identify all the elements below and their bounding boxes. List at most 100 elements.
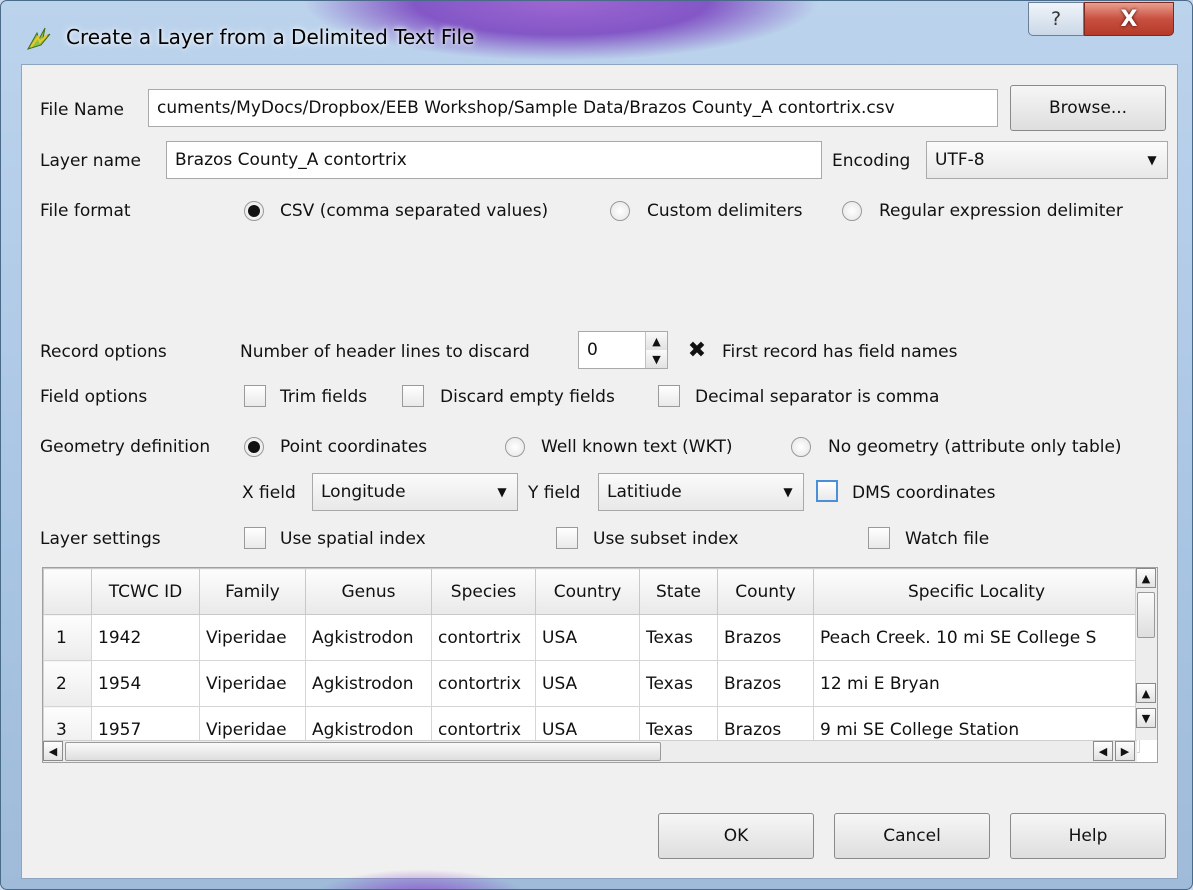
table-header-row: TCWC ID Family Genus Species Country Sta… <box>43 568 1140 615</box>
help-icon[interactable]: ? <box>1028 2 1084 36</box>
discard-empty-checkbox[interactable] <box>402 385 424 407</box>
column-header[interactable]: County <box>717 568 814 615</box>
column-header[interactable]: Family <box>199 568 306 615</box>
table-cell[interactable]: Viperidae <box>199 660 306 707</box>
table-cell[interactable]: 1942 <box>91 614 200 661</box>
radio-point-coordinates[interactable] <box>244 437 264 457</box>
table-cell[interactable]: contortrix <box>431 660 536 707</box>
vertical-scrollbar[interactable]: ▲ ▲ ▼ <box>1135 568 1157 740</box>
x-field-label: X field <box>242 483 296 503</box>
scroll-left-icon[interactable]: ◀ <box>43 741 63 761</box>
wkt-label: Well known text (WKT) <box>541 437 733 457</box>
first-record-label: First record has field names <box>722 342 958 362</box>
table-cell[interactable]: 1954 <box>91 660 200 707</box>
custom-delimiters-label: Custom delimiters <box>647 201 803 221</box>
table-cell[interactable]: contortrix <box>431 614 536 661</box>
encoding-value: UTF-8 <box>935 150 985 170</box>
header-lines-value: 0 <box>587 340 598 360</box>
scroll-up-icon[interactable]: ▲ <box>1136 683 1156 703</box>
table-cell[interactable]: USA <box>535 614 640 661</box>
sample-data-table[interactable]: TCWC ID Family Genus Species Country Sta… <box>42 567 1158 763</box>
scroll-down-icon[interactable]: ▼ <box>1136 708 1156 728</box>
title-bar[interactable]: Create a Layer from a Delimited Text Fil… <box>1 1 1192 63</box>
column-header[interactable]: TCWC ID <box>91 568 200 615</box>
table-row: 1 1942 Viperidae Agkistrodon contortrix … <box>43 614 1140 661</box>
layer-name-label: Layer name <box>40 151 142 171</box>
help-button[interactable]: Help <box>1010 813 1166 859</box>
trim-fields-label: Trim fields <box>280 387 368 407</box>
spatial-index-checkbox[interactable] <box>244 527 266 549</box>
table-cell[interactable]: Brazos <box>717 614 814 661</box>
chevron-down-icon: ▼ <box>497 485 507 499</box>
ok-button[interactable]: OK <box>658 813 814 859</box>
table-cell[interactable]: Viperidae <box>199 614 306 661</box>
trim-fields-checkbox[interactable] <box>244 385 266 407</box>
layer-name-input[interactable]: Brazos County_A contortrix <box>166 141 822 179</box>
record-options-label: Record options <box>40 342 167 362</box>
column-header[interactable]: Species <box>431 568 536 615</box>
subset-index-checkbox[interactable] <box>556 527 578 549</box>
file-name-input[interactable]: cuments/MyDocs/Dropbox/EEB Workshop/Samp… <box>148 89 998 127</box>
decimal-comma-label: Decimal separator is comma <box>695 387 940 407</box>
scroll-left-icon[interactable]: ◀ <box>1093 741 1113 761</box>
radio-wkt[interactable] <box>505 437 525 457</box>
file-format-label: File format <box>40 201 131 221</box>
watch-file-checkbox[interactable] <box>868 527 890 549</box>
radio-regex-delimiter[interactable] <box>842 201 862 221</box>
corner-header[interactable] <box>43 568 92 615</box>
spin-up-icon[interactable]: ▲ <box>645 332 667 350</box>
row-number[interactable]: 2 <box>43 660 92 707</box>
field-options-label: Field options <box>40 387 148 407</box>
horizontal-scroll-thumb[interactable] <box>65 742 661 761</box>
dms-coordinates-checkbox[interactable] <box>816 480 838 502</box>
column-header[interactable]: State <box>639 568 718 615</box>
dialog-body: File Name cuments/MyDocs/Dropbox/EEB Wor… <box>21 64 1178 879</box>
spin-down-icon[interactable]: ▼ <box>645 350 667 368</box>
browse-button[interactable]: Browse... <box>1010 85 1166 131</box>
close-icon[interactable]: X <box>1084 2 1174 36</box>
spatial-index-label: Use spatial index <box>280 529 426 549</box>
encoding-select[interactable]: UTF-8 ▼ <box>926 141 1168 179</box>
radio-no-geometry[interactable] <box>791 437 811 457</box>
layer-settings-label: Layer settings <box>40 529 161 549</box>
column-header[interactable]: Country <box>535 568 640 615</box>
radio-custom-delimiters[interactable] <box>610 201 630 221</box>
header-lines-spinbox[interactable]: 0 ▲ ▼ <box>578 331 668 369</box>
table-cell[interactable]: Texas <box>639 614 718 661</box>
table-cell[interactable]: Agkistrodon <box>305 614 432 661</box>
chevron-down-icon: ▼ <box>783 485 793 499</box>
first-record-checkbox[interactable]: ✖ <box>686 340 708 362</box>
column-header[interactable]: Specific Locality <box>813 568 1140 615</box>
no-geometry-label: No geometry (attribute only table) <box>828 437 1122 457</box>
encoding-label: Encoding <box>832 151 911 171</box>
horizontal-scrollbar[interactable]: ◀ ◀ ▶ <box>43 740 1137 762</box>
discard-empty-label: Discard empty fields <box>440 387 615 407</box>
radio-csv[interactable] <box>244 201 264 221</box>
table-cell[interactable]: 12 mi E Bryan <box>813 660 1140 707</box>
table-cell[interactable]: Brazos <box>717 660 814 707</box>
column-header[interactable]: Genus <box>305 568 432 615</box>
row-number[interactable]: 1 <box>43 614 92 661</box>
table-cell[interactable]: Agkistrodon <box>305 660 432 707</box>
table-cell[interactable]: USA <box>535 660 640 707</box>
vertical-scroll-thumb[interactable] <box>1137 592 1155 638</box>
y-field-label: Y field <box>528 483 581 503</box>
scroll-up-icon[interactable]: ▲ <box>1136 568 1156 588</box>
table-cell[interactable]: Texas <box>639 660 718 707</box>
decimal-comma-checkbox[interactable] <box>658 385 680 407</box>
scroll-right-icon[interactable]: ▶ <box>1115 741 1135 761</box>
x-field-value: Longitude <box>321 482 406 502</box>
x-field-select[interactable]: Longitude ▼ <box>312 473 518 511</box>
regex-delimiter-label: Regular expression delimiter <box>879 201 1123 221</box>
geometry-definition-label: Geometry definition <box>40 437 211 457</box>
subset-index-label: Use subset index <box>593 529 739 549</box>
y-field-select[interactable]: Latitiude ▼ <box>598 473 804 511</box>
header-lines-label: Number of header lines to discard <box>240 342 530 362</box>
table-cell[interactable]: Peach Creek. 10 mi SE College S <box>813 614 1140 661</box>
cancel-button[interactable]: Cancel <box>834 813 990 859</box>
csv-option-label: CSV (comma separated values) <box>280 201 549 221</box>
dialog-window: Create a Layer from a Delimited Text Fil… <box>0 0 1193 890</box>
window-title: Create a Layer from a Delimited Text Fil… <box>66 25 475 49</box>
point-coordinates-label: Point coordinates <box>280 437 428 457</box>
chevron-down-icon: ▼ <box>1147 153 1157 167</box>
